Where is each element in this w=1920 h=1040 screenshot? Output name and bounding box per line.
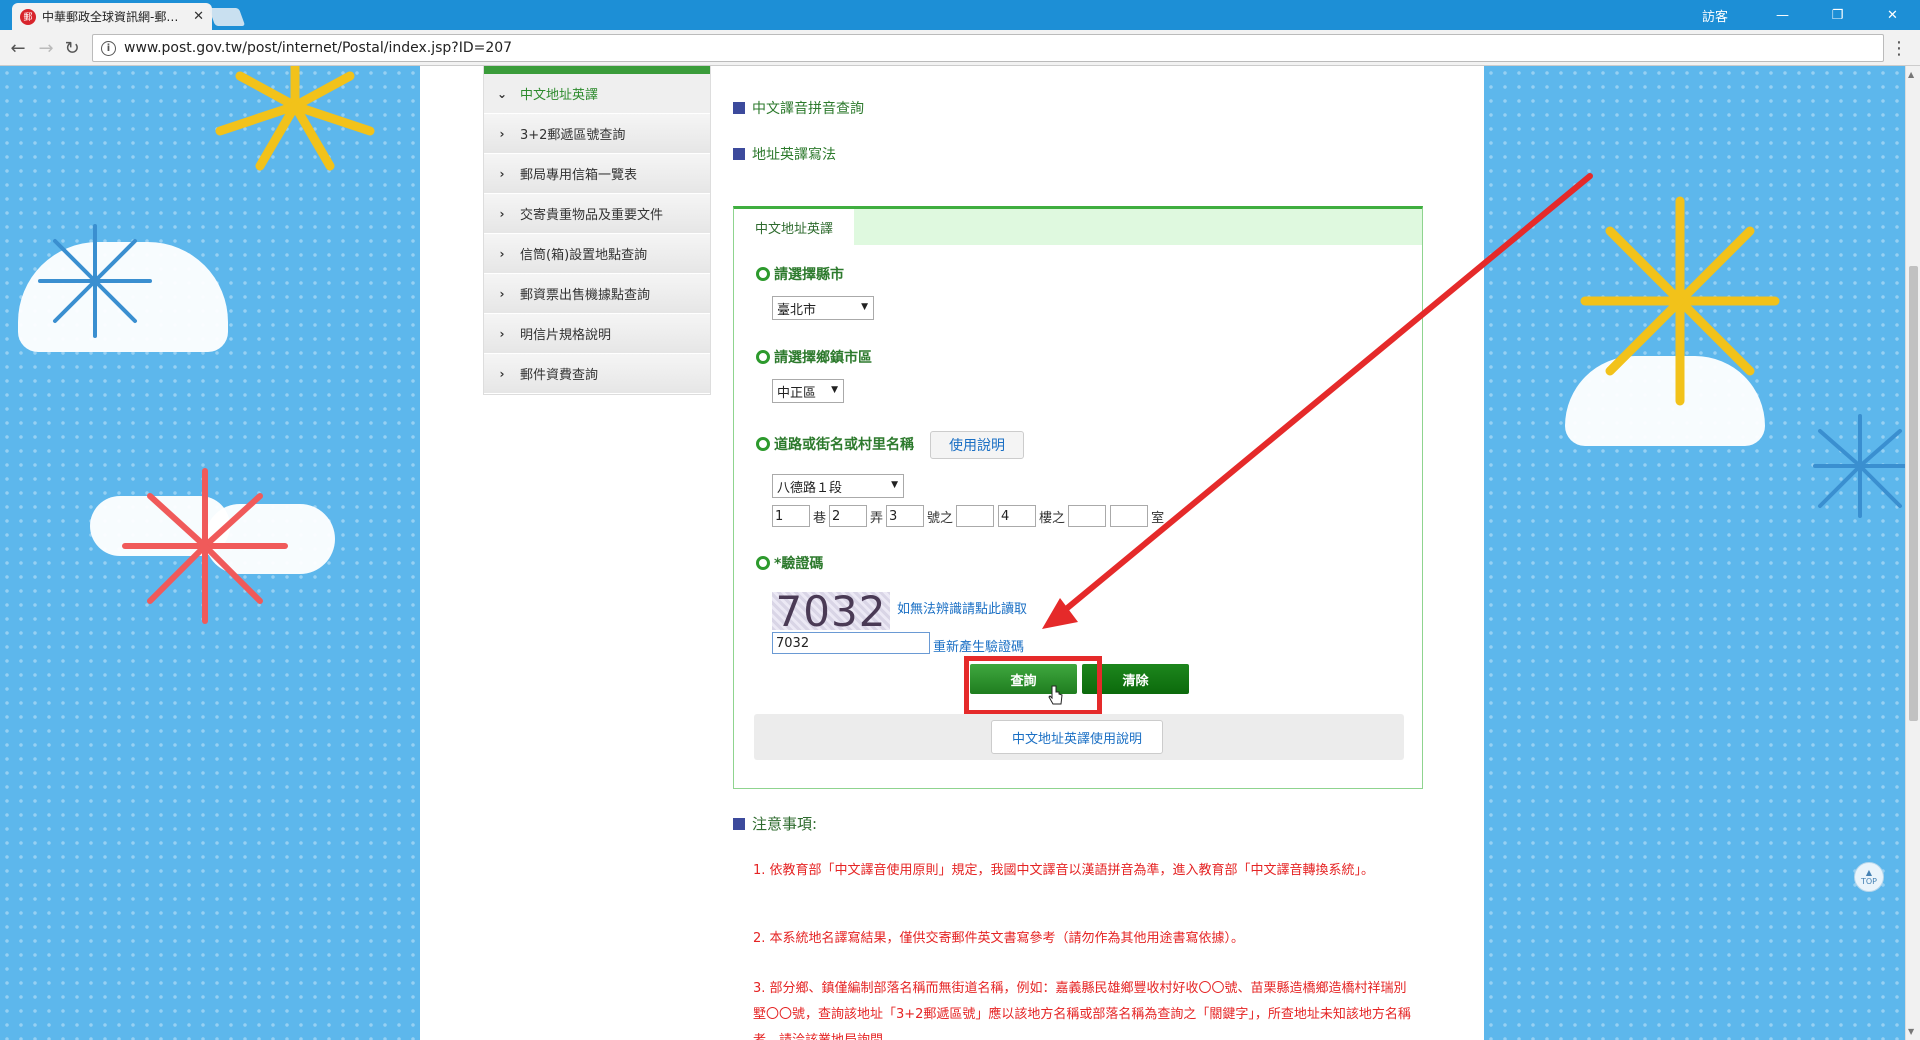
restore-icon[interactable]: ❐ <box>1810 8 1865 23</box>
back-icon[interactable]: ← <box>8 38 28 59</box>
url-text: www.post.gov.tw/post/internet/Postal/ind… <box>124 40 513 56</box>
caret-up-icon: ▲ <box>1865 868 1873 877</box>
back-to-top-label: TOP <box>1860 877 1877 886</box>
scroll-down-icon[interactable]: ▼ <box>1908 1027 1914 1036</box>
browser-tab[interactable]: 郵 中華郵政全球資訊網-郵… ✕ <box>12 3 212 30</box>
address-bar[interactable]: i www.post.gov.tw/post/internet/Postal/i… <box>92 34 1884 62</box>
scrollbar-thumb[interactable] <box>1909 266 1918 721</box>
page-scrollbar[interactable]: ▲ ▼ <box>1905 66 1920 1040</box>
browser-tab-bar: 郵 中華郵政全球資訊網-郵… ✕ 訪客 — ❐ ✕ <box>0 0 1920 30</box>
tab-close-icon[interactable]: ✕ <box>193 9 204 24</box>
scroll-up-icon[interactable]: ▲ <box>1908 70 1914 79</box>
reload-icon[interactable]: ↻ <box>62 38 82 59</box>
new-tab-button[interactable] <box>208 8 246 26</box>
browser-menu-icon[interactable]: ⋮ <box>1890 38 1908 59</box>
window-controls: 訪客 — ❐ ✕ <box>1675 0 1920 30</box>
post-logo-icon: 郵 <box>20 8 36 25</box>
forward-icon[interactable]: → <box>36 38 56 59</box>
site-info-icon[interactable]: i <box>101 40 116 56</box>
tab-title: 中華郵政全球資訊網-郵… <box>42 10 179 24</box>
user-profile-button[interactable]: 訪客 <box>1675 6 1755 25</box>
browser-toolbar: ← → ↻ i www.post.gov.tw/post/internet/Po… <box>0 30 1920 66</box>
page-viewport: ⌄ 中文地址英譯 › 3+2郵遞區號查詢 › 郵局專用信箱一覽表 › 交寄貴重物… <box>0 66 1905 1040</box>
window-close-icon[interactable]: ✕ <box>1865 8 1920 23</box>
back-to-top-button[interactable]: ▲ TOP <box>1854 862 1884 892</box>
minimize-icon[interactable]: — <box>1755 8 1810 23</box>
annotation-arrow <box>1042 173 1593 629</box>
